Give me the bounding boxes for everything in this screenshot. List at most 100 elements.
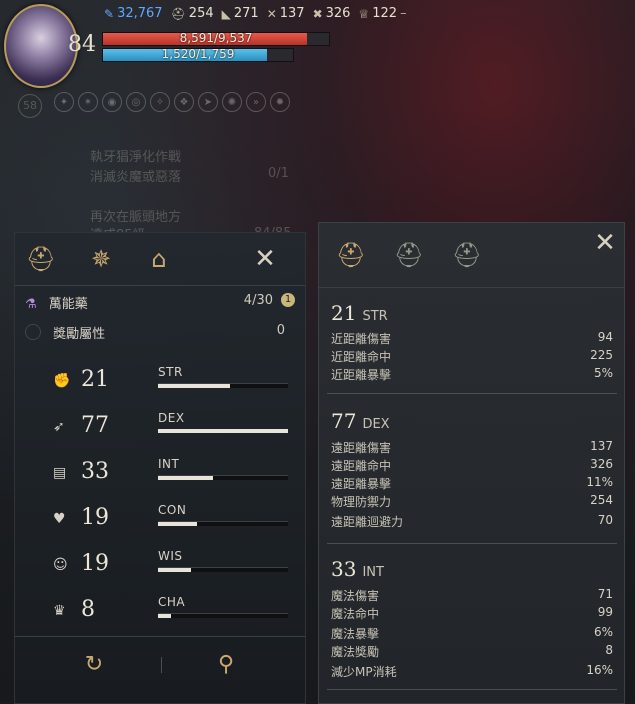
stat-wis[interactable]: ☺ 19 WIS: [45, 549, 295, 585]
close-icon[interactable]: ✕: [591, 228, 619, 258]
bonus-attribute-row: 獎勵屬性 0: [25, 323, 295, 342]
character-portrait[interactable]: [4, 4, 78, 88]
detail-value: 70: [597, 513, 613, 527]
buff-icon[interactable]: ✶: [78, 92, 98, 112]
detail-row: 魔法獎勵 8: [331, 643, 613, 661]
stat-str[interactable]: ✊ 21 STR: [45, 365, 295, 401]
currency-trophy[interactable]: ♕ 122 –: [358, 6, 406, 21]
buff-icon[interactable]: ➤: [198, 92, 218, 112]
detail-value: 71: [597, 587, 613, 601]
elixir-icon: ⚗: [25, 297, 37, 312]
attribute-tools: ↻ ⚲: [15, 636, 305, 695]
buff-icon[interactable]: ✧: [150, 92, 170, 112]
detail-value: 94: [597, 330, 613, 344]
currency-value: 326: [325, 6, 351, 21]
currency-swords[interactable]: ✕ 137: [267, 6, 305, 21]
currency-axes[interactable]: ✖ 326: [313, 6, 351, 21]
detail-row: 遠距離傷害 137: [331, 439, 613, 457]
bonus-attribute-value: 0: [276, 323, 285, 338]
detail-label: 魔法暴擊: [331, 627, 380, 641]
stat-dex[interactable]: ➶ 77 DEX: [45, 411, 295, 447]
tool-divider: [161, 657, 162, 673]
stat-progress-fill: [158, 522, 197, 526]
section-divider: [327, 689, 617, 690]
currency-value: 137: [279, 6, 305, 21]
buff-icon[interactable]: »: [246, 92, 266, 112]
attribute-detail-panel: ⛑ ⛑ ⛑ ✕ 21 STR 近距離傷害 94 近距離命中 225 近距離暴擊 5% 7…: [318, 222, 625, 704]
detail-label: 遠距離傷害: [331, 441, 392, 455]
detail-value: 137: [590, 439, 613, 453]
detail-label: 遠距離迴避力: [331, 515, 404, 529]
detail-row: 魔法暴擊 6%: [331, 625, 613, 643]
buff-icon[interactable]: ◉: [102, 92, 122, 112]
stat-progress-fill: [158, 476, 213, 480]
feather-icon: ✎: [104, 6, 115, 21]
detail-row: 魔法傷害 71: [331, 587, 613, 605]
crossed-swords-icon: ✕: [266, 6, 277, 21]
elixir-info-badge[interactable]: 1: [281, 293, 295, 307]
stat-value: 21: [81, 367, 109, 392]
stat-name: INT: [158, 457, 180, 471]
detail-value: 225: [590, 348, 613, 362]
currency-value: 254: [188, 6, 214, 21]
buff-icon[interactable]: ✺: [222, 92, 242, 112]
house-tab-icon[interactable]: ⌂: [143, 243, 175, 275]
elixir-row: ⚗ 萬能藥 4/30 1: [25, 293, 295, 312]
buff-icon[interactable]: ◎: [126, 92, 146, 112]
stat-progress-bar: [158, 567, 288, 572]
detail-value: 11%: [586, 475, 613, 489]
detail-label: 近距離命中: [331, 350, 392, 364]
detail-label: 魔法命中: [331, 607, 380, 621]
detail-label: 魔法獎勵: [331, 645, 380, 659]
currency-value: 32,767: [117, 6, 163, 21]
detail-value: 254: [590, 493, 613, 507]
close-icon[interactable]: ✕: [251, 244, 279, 274]
detail-value: 99: [597, 605, 613, 619]
more-icon[interactable]: –: [400, 6, 407, 21]
buff-count-badge: 58: [18, 94, 42, 118]
stat-con[interactable]: ♥ 19 CON: [45, 503, 295, 539]
arm-icon: ✊: [53, 373, 71, 389]
mp-text: 1,520/1,759: [161, 47, 235, 61]
buff-icon[interactable]: ✦: [54, 92, 74, 112]
currency-bar: ✎ 32,767 ⛑ 254 ◣ 271 ✕ 137 ✖ 326 ♕ 122 –: [104, 6, 407, 21]
currency-value: 122: [372, 6, 398, 21]
quest-description: 消滅炎魔或惡落: [90, 170, 182, 185]
hp-text: 8,591/9,537: [179, 31, 253, 45]
stat-cha[interactable]: ♛ 8 CHA: [45, 595, 295, 631]
section-title-int: 33 INT: [331, 557, 384, 581]
character-level: 84: [68, 32, 96, 57]
detail-label: 近距離暴擊: [331, 368, 392, 382]
mp-bar: 1,520/1,759: [102, 47, 294, 62]
heart-icon: ♥: [53, 511, 66, 527]
stat-value: 19: [81, 505, 109, 530]
reset-icon[interactable]: ↻: [79, 649, 109, 679]
stat-progress-bar: [158, 475, 288, 480]
stat-name: CON: [158, 503, 187, 517]
section-divider: [327, 543, 617, 544]
section-abbr: INT: [362, 565, 384, 580]
section-value: 77: [331, 409, 357, 433]
section-title-str: 21 STR: [331, 301, 388, 325]
detail-row: 魔法命中 99: [331, 605, 613, 623]
buff-icon[interactable]: ✹: [270, 92, 290, 112]
currency-feather[interactable]: ✎ 32,767: [104, 6, 163, 21]
helmet-plus-tab-icon[interactable]: ⛑: [393, 239, 425, 271]
currency-helmet[interactable]: ⛑ 254: [171, 6, 214, 21]
buff-icon[interactable]: ❖: [174, 92, 194, 112]
bonus-attribute-label: 獎勵屬性: [53, 327, 106, 342]
currency-boot[interactable]: ◣ 271: [222, 6, 259, 21]
compass-star-tab-icon[interactable]: ✵: [85, 243, 117, 275]
helmet-refresh-tab-icon[interactable]: ⛑: [451, 239, 483, 271]
boot-icon: ◣: [221, 6, 231, 21]
stat-value: 8: [81, 597, 95, 622]
magnifier-icon[interactable]: ⚲: [211, 649, 241, 679]
detail-label: 物理防禦力: [331, 495, 392, 509]
attribute-tabs: ⛑ ✵ ⌂ ✕: [15, 233, 305, 286]
elixir-count: 4/30: [243, 293, 273, 308]
stat-name: WIS: [158, 549, 183, 563]
quest-progress: 0/1: [268, 166, 289, 181]
helmet-gear-tab-icon[interactable]: ⛑: [335, 239, 367, 271]
helmet-tab-icon[interactable]: ⛑: [25, 243, 57, 275]
stat-int[interactable]: ▤ 33 INT: [45, 457, 295, 493]
